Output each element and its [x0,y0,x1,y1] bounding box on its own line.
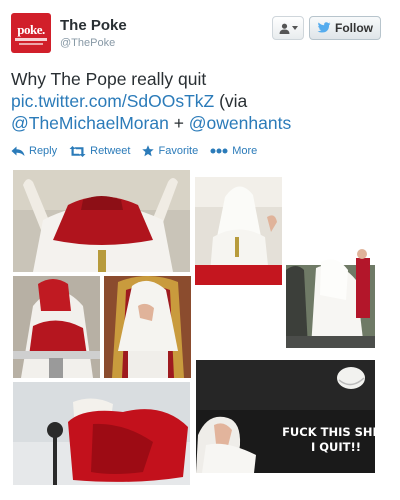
plus-text: + [168,113,189,133]
photo-pope-seated[interactable] [104,276,191,378]
caption-line-1: FUCK THIS SHIT! [282,425,390,439]
photo-red-cape-wind[interactable] [13,382,190,485]
star-icon [142,145,155,157]
via-text: (via [214,91,248,111]
photo-ceremony-cape-blowing[interactable] [286,240,375,348]
photo-zucchetto-flying[interactable] [196,360,375,473]
twitter-bird-icon [317,22,331,33]
avatar-strip-2 [19,43,43,45]
caption-line-2: I QUIT!! [310,440,361,454]
photo-pope-microphone[interactable] [13,276,100,378]
favorite-action[interactable]: Favorite [142,145,198,157]
user-icon [279,23,289,34]
reply-label: Reply [29,145,58,157]
tweet-text-line: Why The Pope really quit [11,69,207,89]
reply-action[interactable]: Reply [11,145,57,157]
avatar[interactable]: poke. [11,13,51,53]
reply-icon [11,146,25,156]
user-handle[interactable]: @ThePoke [60,37,115,49]
user-actions-button[interactable] [272,16,304,40]
retweet-icon [69,145,86,157]
follow-button[interactable]: Follow [309,16,381,40]
more-label: More [232,145,258,157]
pic-link[interactable]: pic.twitter.com/SdOOsTkZ [11,91,214,111]
avatar-logo-text: poke. [17,22,45,37]
tweet-text: Why The Pope really quit pic.twitter.com… [11,68,391,134]
retweet-action[interactable]: Retweet [69,145,130,157]
mention-link-2[interactable]: @owenhants [189,113,291,133]
follow-label: Follow [335,21,373,35]
tweet-actions: Reply Retweet Favorite More [11,145,257,157]
photo-white-cape-head[interactable] [195,177,282,285]
retweet-label: Retweet [90,145,131,157]
mention-link[interactable]: @TheMichaelMoran [11,113,169,133]
more-action[interactable]: More [210,145,257,157]
more-dots-icon [210,148,228,154]
image-caption: FUCK THIS SHIT! I QUIT!! [280,425,392,455]
avatar-strip [15,38,47,41]
favorite-label: Favorite [158,145,199,157]
display-name[interactable]: The Poke [60,17,127,34]
photo-pope-cape-over-face[interactable] [13,170,190,272]
caret-down-icon [291,26,298,30]
